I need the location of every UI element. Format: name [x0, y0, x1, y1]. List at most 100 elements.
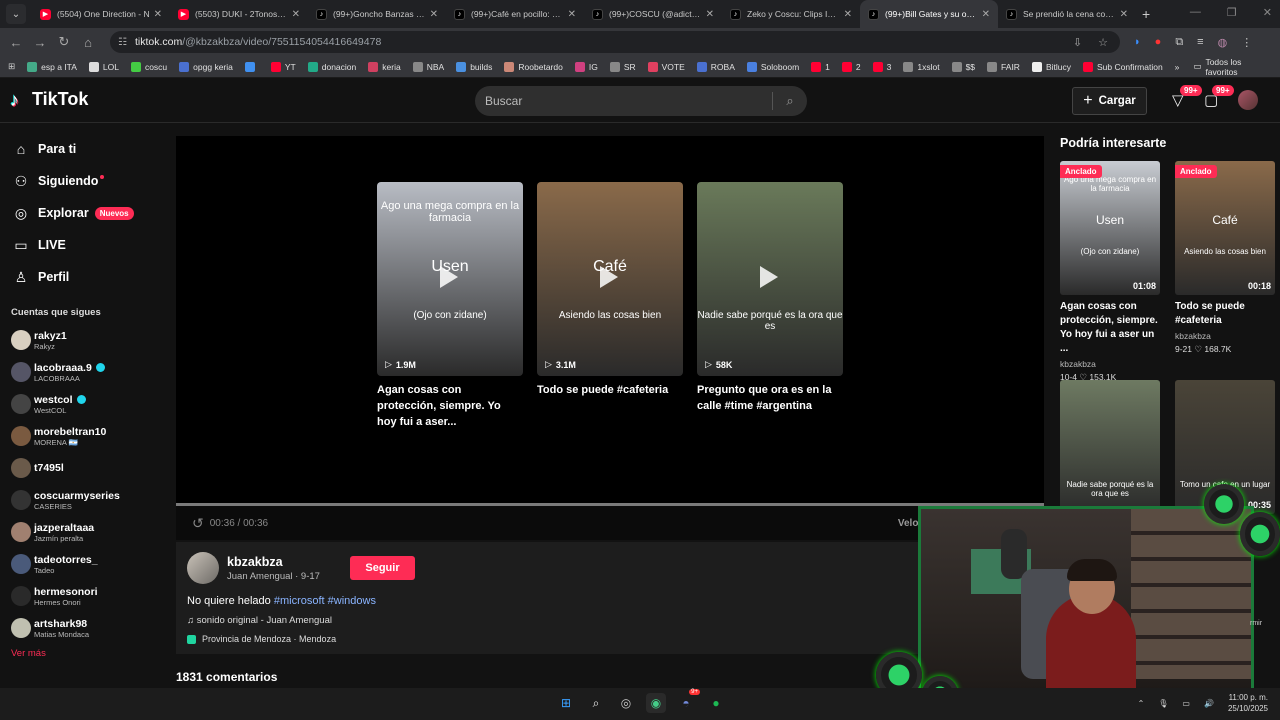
related-video-caption[interactable]: Todo se puede #cafeteria: [537, 382, 683, 398]
sound-link[interactable]: ♫ sonido original - Juan Amengual: [187, 615, 332, 626]
browser-menu-icon[interactable]: ⋮: [1241, 36, 1252, 49]
reload-button[interactable]: ↻: [52, 34, 76, 50]
video-player[interactable]: Ago una mega compra en la farmacia Usen (O…: [176, 136, 1044, 540]
clock[interactable]: 11:00 p. m. 25/10/2025: [1228, 692, 1268, 714]
new-tab-button[interactable]: +: [1142, 6, 1150, 22]
following-account[interactable]: lacobraaa.9 LACOBRAAA: [0, 356, 160, 388]
start-button-icon[interactable]: ⊞: [556, 693, 576, 713]
follow-button[interactable]: Seguir: [350, 556, 415, 580]
search-bar[interactable]: Buscar ⌕: [475, 86, 807, 116]
network-icon[interactable]: ▭: [1182, 699, 1190, 708]
discord-icon[interactable]: ◓ 9+: [676, 689, 700, 713]
tab-search-button[interactable]: ⌄: [6, 4, 26, 24]
bookmark-item[interactable]: [244, 61, 259, 72]
close-tab-icon[interactable]: ✕: [568, 9, 576, 20]
bookmark-item[interactable]: opgg keria: [179, 61, 233, 72]
recommended-video-card[interactable]: Nadie sabe porqué es la ora que es: [1060, 380, 1160, 514]
extension-icon[interactable]: ●: [1155, 36, 1162, 49]
close-tab-icon[interactable]: ✕: [844, 9, 852, 20]
close-window-button[interactable]: ✕: [1263, 6, 1272, 19]
user-avatar[interactable]: [1238, 90, 1258, 110]
author-avatar[interactable]: [187, 552, 219, 584]
volume-icon[interactable]: 🔊: [1204, 699, 1214, 708]
bookmark-item[interactable]: coscu: [130, 61, 167, 72]
bookmark-item[interactable]: VOTE: [647, 61, 685, 72]
bookmark-item[interactable]: esp a ITA: [27, 61, 77, 72]
following-account[interactable]: t7495l: [0, 452, 160, 484]
extension-icon[interactable]: ◗: [1134, 36, 1141, 49]
related-video-thumbnail[interactable]: Café Asiendo las cosas bien ▷ 3.1M: [537, 182, 683, 376]
recommended-video-card[interactable]: Ago una mega compra en la farmacia Usen (O…: [1060, 161, 1160, 383]
bookmark-item[interactable]: 3: [872, 61, 891, 72]
sidebar-item[interactable]: ▭ LIVE: [0, 229, 160, 261]
following-account[interactable]: jazperaltaaa Jazmín peralta: [0, 516, 160, 548]
browser-tab[interactable]: ♪ (99+)Goncho Banzas en C ✕: [308, 0, 446, 28]
related-video-caption[interactable]: Pregunto que ora es en la calle #time #a…: [697, 382, 843, 414]
following-account[interactable]: hermesonori Hermes Onori: [0, 580, 160, 612]
browser-tab[interactable]: ♪ (99+)COSCU (@adictoalv ✕: [584, 0, 722, 28]
recommended-video-caption[interactable]: Todo se puede #cafeteria: [1175, 300, 1275, 328]
all-bookmarks-link[interactable]: Todos los favoritos: [1205, 57, 1270, 77]
recommended-video-thumbnail[interactable]: Café Asiendo las cosas bien Anclado 00:18: [1175, 161, 1275, 295]
following-account[interactable]: artshark98 Matias Mondaca: [0, 612, 160, 644]
related-video-caption[interactable]: Agan cosas con protección, siempre. Yo h…: [377, 382, 523, 430]
tray-overflow-icon[interactable]: ⌃: [1138, 699, 1145, 708]
bookmark-item[interactable]: Roobetardo: [504, 61, 563, 72]
location-link[interactable]: Provincia de Mendoza · Mendoza: [187, 634, 336, 644]
search-icon[interactable]: ⌕: [773, 93, 807, 109]
close-tab-icon[interactable]: ✕: [706, 9, 714, 20]
browser-tab[interactable]: ▶ (5503) DUKI - 2Tonos (Vi ✕: [170, 0, 308, 28]
recommended-video-author[interactable]: kbzakbza: [1060, 359, 1160, 369]
following-account[interactable]: tadeotorres_ Tadeo: [0, 548, 160, 580]
recommended-video-caption[interactable]: Agan cosas con protección, siempre. Yo h…: [1060, 300, 1160, 356]
close-tab-icon[interactable]: ✕: [1120, 9, 1128, 20]
media-controls-icon[interactable]: ≡: [1197, 36, 1203, 49]
close-tab-icon[interactable]: ✕: [292, 9, 300, 20]
bookmark-item[interactable]: donacion: [307, 61, 356, 72]
recommended-video-thumbnail[interactable]: Nadie sabe porqué es la ora que es: [1060, 380, 1160, 514]
profile-avatar-icon[interactable]: ◍: [1218, 36, 1228, 49]
bookmark-item[interactable]: Sub Confirmation: [1083, 61, 1163, 72]
browser-tab[interactable]: ♪ (99+)Bill Gates y su opini ✕: [860, 0, 998, 28]
browser-tab[interactable]: ▶ (5504) One Direction - N ✕: [32, 0, 170, 28]
author-username[interactable]: kbzakbza: [227, 555, 283, 569]
close-tab-icon[interactable]: ✕: [982, 9, 990, 20]
bookmark-item[interactable]: builds: [456, 61, 492, 72]
search-icon[interactable]: ⌕: [586, 693, 606, 713]
sidebar-item[interactable]: ⚇ Siguiendo: [0, 165, 160, 197]
home-button[interactable]: ⌂: [76, 35, 100, 50]
forward-button[interactable]: →: [28, 35, 52, 50]
bookmark-item[interactable]: keria: [368, 61, 401, 72]
close-tab-icon[interactable]: ✕: [430, 9, 438, 20]
bookmark-item[interactable]: 1xslot: [903, 61, 940, 72]
sidebar-item[interactable]: ⌂ Para ti: [0, 133, 160, 165]
related-video-thumbnail[interactable]: Nadie sabe porqué es la ora que es ▷ 58K: [697, 182, 843, 376]
bookmark-star-icon[interactable]: ☆: [1098, 36, 1108, 49]
recommended-video-author[interactable]: kbzakbza: [1175, 331, 1275, 341]
bookmark-item[interactable]: IG: [574, 61, 598, 72]
bookmark-item[interactable]: LOL: [88, 61, 119, 72]
browser-tab[interactable]: ♪ Zeko y Coscu: Clips Impe ✕: [722, 0, 860, 28]
extensions-puzzle-icon[interactable]: ⧉: [1175, 36, 1183, 49]
close-tab-icon[interactable]: ✕: [154, 9, 162, 20]
apps-grid-icon[interactable]: ⊞: [8, 61, 15, 72]
recommended-video-card[interactable]: Café Asiendo las cosas bien Anclado 00:18 To…: [1175, 161, 1275, 355]
back-button[interactable]: ←: [4, 35, 28, 50]
related-video-thumbnail[interactable]: Ago una mega compra en la farmacia Usen (O…: [377, 182, 523, 376]
maximize-button[interactable]: ❐: [1227, 6, 1237, 19]
bookmark-item[interactable]: FAIR: [987, 61, 1020, 72]
upload-button[interactable]: + Cargar: [1072, 87, 1147, 115]
browser-tab[interactable]: ♪ Se prendió la cena con V ✕: [998, 0, 1136, 28]
search-input[interactable]: Buscar: [475, 94, 772, 108]
bookmark-item[interactable]: ROBA: [696, 61, 735, 72]
install-app-icon[interactable]: ⇩: [1073, 36, 1082, 49]
site-info-icon[interactable]: ☷: [118, 37, 127, 48]
bookmark-item[interactable]: $$: [951, 61, 975, 72]
following-account[interactable]: coscuarmyseries CASERIES: [0, 484, 160, 516]
chrome-icon[interactable]: ◉: [646, 693, 666, 713]
bookmark-item[interactable]: YT: [270, 61, 296, 72]
hashtag-link[interactable]: #microsoft: [274, 595, 325, 607]
bookmark-item[interactable]: 1: [811, 61, 830, 72]
microphone-icon[interactable]: 🎙: [1158, 699, 1168, 708]
bookmarks-overflow-icon[interactable]: »: [1175, 62, 1180, 72]
